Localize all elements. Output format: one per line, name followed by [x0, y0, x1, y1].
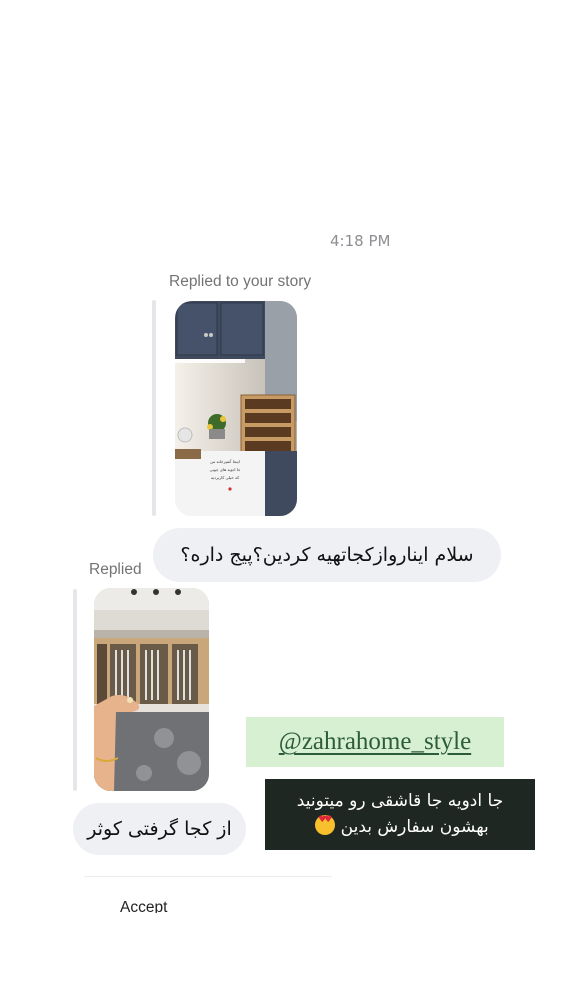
- mention-sticker[interactable]: @zahrahome_style: [246, 717, 504, 767]
- replied-to-story-label: Replied to your story: [169, 273, 312, 290]
- message-bubble-page-question[interactable]: سلام ایناروازکجاتهیه کردین؟پیج داره؟: [153, 528, 501, 582]
- mention-text: @zahrahome_style: [278, 728, 472, 755]
- story-overlay-line-1: اینجا آشپزخانه من: [210, 459, 240, 464]
- caption-line-2-text: بهشون سفارش بدین: [340, 817, 489, 837]
- replied-label: Replied: [89, 561, 142, 578]
- story-caption-overlay: جا ادویه جا قاشقی رو میتونید بهشون سفارش…: [265, 779, 535, 850]
- story-overlay-line-3: که خیلی کاربردیه: [211, 475, 239, 480]
- story-thumbnail-drawer[interactable]: [94, 588, 209, 791]
- caption-line-2: بهشون سفارش بدین: [265, 814, 535, 840]
- drawer-image: [94, 588, 209, 791]
- accept-message-requests-prompt[interactable]: Accept message requests: [120, 897, 230, 913]
- kitchen-image: اینجا آشپزخانه من جا ادویه های چوبی که خ…: [175, 301, 297, 516]
- story-overlay-line-2: جا ادویه های چوبی: [209, 467, 241, 472]
- message-bubble-where-bought[interactable]: از کجا گرفتی کوثر: [73, 803, 246, 855]
- message-timestamp: 4:18 PM: [330, 232, 391, 250]
- caption-line-1: جا ادویه جا قاشقی رو میتونید: [296, 791, 504, 811]
- reply-quote-bar: [152, 300, 156, 516]
- story-thumbnail-kitchen[interactable]: اینجا آشپزخانه من جا ادویه های چوبی که خ…: [175, 301, 297, 516]
- divider: [84, 876, 332, 877]
- reply-quote-bar: [73, 589, 77, 791]
- heart-eyes-emoji-icon: [315, 815, 336, 835]
